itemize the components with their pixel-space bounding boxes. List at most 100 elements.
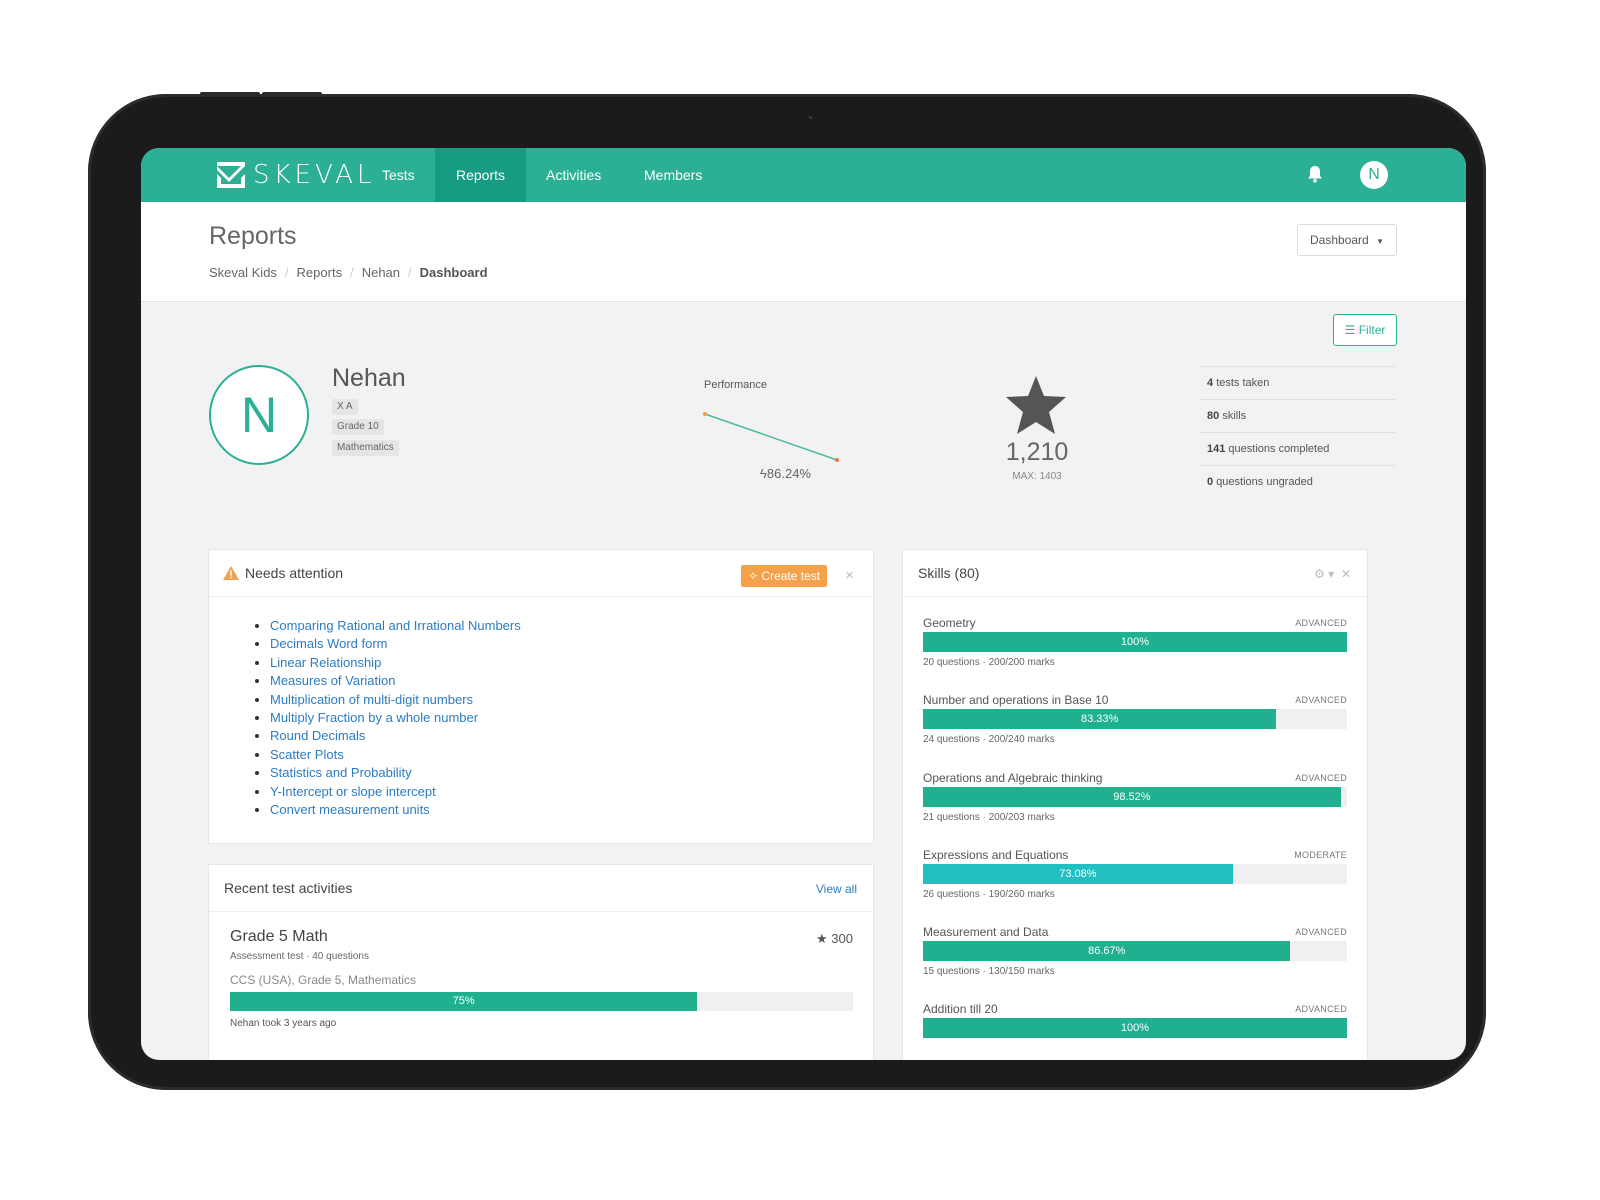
nav-activities[interactable]: Activities (525, 148, 622, 202)
view-all-link[interactable]: View all (816, 882, 857, 896)
card-header: Skills (80) ⚙ ▾ ✕ (903, 550, 1367, 597)
user-avatar[interactable]: N (1360, 161, 1388, 189)
skill-progress-fill: 83.33% (923, 709, 1277, 729)
skill-name[interactable]: Number and operations in Base 10 (923, 693, 1108, 707)
skill-level: ADVANCED (1295, 927, 1347, 937)
skills-card: Skills (80) ⚙ ▾ ✕ Geometry ADVANCED 100% 20… (902, 549, 1368, 1060)
sparkline-end-point (835, 458, 839, 462)
bell-icon[interactable] (1307, 165, 1323, 183)
stat-questions-ungraded: 0 questions ungraded (1199, 465, 1396, 498)
skill-progress-bar: 86.67% (923, 941, 1347, 961)
tablet-camera (809, 116, 812, 119)
page-title: Reports (209, 222, 297, 250)
breadcrumb-current: Dashboard (419, 265, 488, 280)
brand-name: SKEVAL (253, 160, 376, 190)
test-title[interactable]: Grade 5 Math (230, 928, 328, 946)
brand-logo[interactable]: SKEVAL (217, 160, 376, 190)
skill-progress-bar: 100% (923, 632, 1347, 652)
student-tag: X A (332, 399, 358, 415)
skill-level: ADVANCED (1295, 618, 1347, 628)
attention-item-link[interactable]: Scatter Plots (270, 746, 521, 764)
magic-icon: ✧ (748, 569, 759, 583)
skill-progress-bar: 73.08% (923, 864, 1347, 884)
test-progress-fill: 75% (230, 992, 698, 1011)
recent-activities-card: Recent test activities View all Grade 5 … (208, 864, 874, 1060)
star-icon: ★ (816, 931, 828, 946)
skills-title: Skills (80) (918, 565, 980, 581)
filter-label: Filter (1358, 323, 1386, 337)
needs-attention-title: Needs attention (245, 565, 344, 581)
warning-icon (223, 566, 239, 580)
dashboard-dropdown-label: Dashboard (1310, 233, 1369, 247)
skill-progress-fill: 100% (923, 1018, 1347, 1038)
stat-skills: 80 skills (1199, 399, 1396, 432)
skill-meta: 20 questions · 200/200 marks (923, 657, 1055, 668)
bolt-icon: ϟ (760, 466, 767, 481)
card-header: Needs attention ✧ Create test ✕ (209, 550, 873, 597)
skill-name[interactable]: Expressions and Equations (923, 848, 1068, 862)
stat-tests-taken: 4 tests taken (1199, 366, 1396, 399)
nav-members[interactable]: Members (623, 148, 723, 202)
skill-meta: 24 questions · 200/240 marks (923, 734, 1055, 745)
gear-icon[interactable]: ⚙ ▾ ✕ (1314, 567, 1351, 581)
skill-name[interactable]: Addition till 20 (923, 1002, 998, 1016)
attention-item-link[interactable]: Y-Intercept or slope intercept (270, 783, 521, 801)
top-navbar: SKEVAL Tests Reports Activities Members … (141, 148, 1466, 202)
attention-item-link[interactable]: Multiplication of multi-digit numbers (270, 691, 521, 709)
app-screen: SKEVAL Tests Reports Activities Members … (141, 148, 1466, 1060)
recent-activities-title: Recent test activities (224, 880, 353, 896)
skill-progress-bar: 98.52% (923, 787, 1347, 807)
page-header: Reports Skeval Kids / Reports / Nehan / Dashbo… (141, 202, 1466, 302)
performance-label: Performance (704, 379, 767, 391)
attention-item-link[interactable]: Comparing Rational and Irrational Number… (270, 617, 521, 635)
test-points: ★ 300 (816, 931, 853, 946)
dashboard-dropdown[interactable]: Dashboard ▼ (1297, 224, 1397, 256)
attention-item-link[interactable]: Measures of Variation (270, 672, 521, 690)
create-test-button[interactable]: ✧ Create test (741, 565, 828, 587)
create-test-label: Create test (761, 569, 821, 583)
stats-list: 4 tests taken 80 skills 141 questions co… (1199, 366, 1396, 498)
sparkline-start-point (703, 412, 707, 416)
skill-level: ADVANCED (1295, 773, 1347, 783)
student-name: Nehan (332, 364, 406, 392)
filter-button[interactable]: ☰ Filter (1333, 314, 1397, 346)
nav-reports[interactable]: Reports (435, 148, 527, 202)
performance-sparkline (703, 412, 839, 462)
skill-name[interactable]: Measurement and Data (923, 925, 1048, 939)
skill-progress-bar: 100% (923, 1018, 1347, 1038)
attention-item-link[interactable]: Decimals Word form (270, 635, 521, 653)
breadcrumb-item[interactable]: Skeval Kids (209, 265, 277, 280)
breadcrumb-item[interactable]: Nehan (362, 265, 400, 280)
logo-check-icon (217, 162, 245, 188)
skill-level: ADVANCED (1295, 1004, 1347, 1014)
student-avatar: N (209, 365, 309, 465)
test-progress-bar: 75% (230, 992, 853, 1011)
nav-tests[interactable]: Tests (361, 148, 436, 202)
skill-level: ADVANCED (1295, 695, 1347, 705)
skill-level: MODERATE (1294, 850, 1347, 860)
attention-list: Comparing Rational and Irrational Number… (254, 617, 521, 819)
needs-attention-card: Needs attention ✧ Create test ✕ Comparin… (208, 549, 874, 844)
performance-value: ϟ86.24% (760, 466, 811, 481)
skill-progress-fill: 100% (923, 632, 1347, 652)
pin-icon[interactable]: ✕ (845, 569, 854, 582)
test-taken-info: Nehan took 3 years ago (230, 1018, 337, 1029)
skill-progress-fill: 98.52% (923, 787, 1341, 807)
attention-item-link[interactable]: Multiply Fraction by a whole number (270, 709, 521, 727)
attention-item-link[interactable]: Round Decimals (270, 727, 521, 745)
skill-name[interactable]: Geometry (923, 616, 976, 630)
star-icon (1006, 376, 1066, 434)
score-max: MAX: 1403 (1012, 471, 1062, 482)
test-subtitle: Assessment test · 40 questions (230, 951, 369, 962)
skill-name[interactable]: Operations and Algebraic thinking (923, 771, 1102, 785)
breadcrumb: Skeval Kids / Reports / Nehan / Dashboard (209, 265, 488, 280)
attention-item-link[interactable]: Linear Relationship (270, 654, 521, 672)
attention-item-link[interactable]: Convert measurement units (270, 801, 521, 819)
attention-item-link[interactable]: Statistics and Probability (270, 764, 521, 782)
skill-meta: 26 questions · 190/260 marks (923, 889, 1055, 900)
student-tag: Mathematics (332, 440, 399, 456)
skill-progress-fill: 73.08% (923, 864, 1233, 884)
caret-down-icon: ▼ (1376, 237, 1384, 246)
stat-questions-completed: 141 questions completed (1199, 432, 1396, 465)
breadcrumb-item[interactable]: Reports (297, 265, 343, 280)
